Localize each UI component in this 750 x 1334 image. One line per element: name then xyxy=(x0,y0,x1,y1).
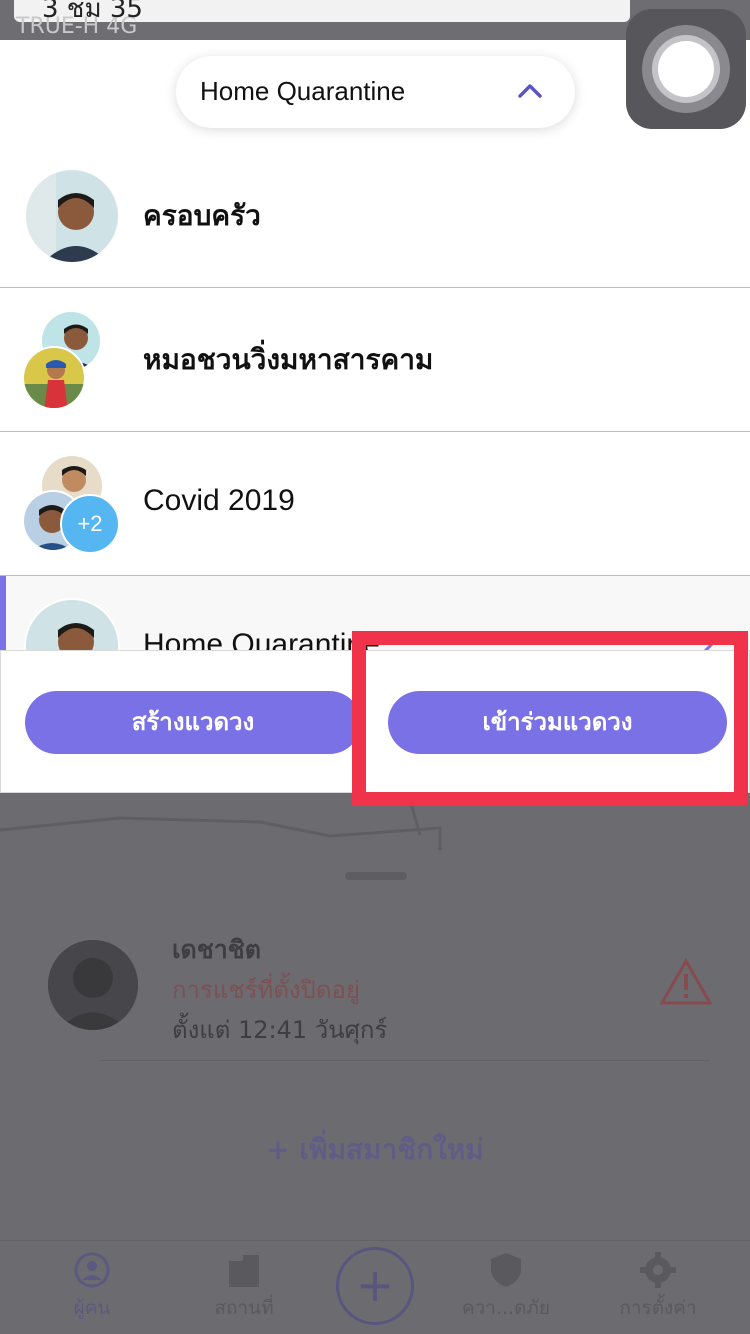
create-circle-button[interactable]: สร้างแวดวง xyxy=(25,691,361,754)
circle-switcher[interactable]: Home Quarantine xyxy=(176,56,575,128)
avatar xyxy=(24,168,120,264)
tab-settings: การตั้งค่า xyxy=(588,1251,728,1323)
highlight-annotation xyxy=(352,631,748,806)
avatar xyxy=(24,598,120,650)
tab-places: สถานที่ xyxy=(174,1251,314,1323)
avatar xyxy=(22,346,86,410)
member-avatar xyxy=(48,940,138,1030)
member-count-badge: +2 xyxy=(60,494,120,554)
add-member-link: + เพิ่มสมาชิกใหม่ xyxy=(266,1133,484,1166)
plus-icon: + xyxy=(336,1247,414,1325)
time-label: 3 ชม 35 xyxy=(42,0,143,24)
circle-item-family[interactable]: ครอบครัว xyxy=(0,144,750,288)
tab-safety: ควา...ดภัย xyxy=(436,1251,576,1323)
tab-people: ผู้คน xyxy=(22,1251,162,1323)
member-name: เดชาชิต xyxy=(172,935,261,964)
person-icon xyxy=(74,1252,110,1288)
circle-item-covid[interactable]: +2 Covid 2019 xyxy=(0,432,750,576)
building-icon xyxy=(229,1255,259,1287)
tab-bar: ผู้คน สถานที่ + ควา...ดภัย การตั้งค่า xyxy=(0,1240,750,1334)
chevron-up-icon xyxy=(518,84,542,98)
shield-icon xyxy=(491,1253,521,1287)
background-screen: เดชาชิต การแชร์ที่ตั้งปิดอยู่ ตั้งแต่ 12… xyxy=(0,790,750,1334)
circle-item-running-club[interactable]: หมอชวนวิ่งมหาสารคาม xyxy=(0,288,750,432)
assistive-touch-button[interactable] xyxy=(626,9,746,129)
gear-icon xyxy=(640,1252,676,1288)
circle-switcher-label: Home Quarantine xyxy=(200,76,406,106)
circle-name: หมอชวนวิ่งมหาสารคาม xyxy=(143,343,434,376)
sheet-handle xyxy=(345,872,407,880)
member-row: เดชาชิต การแชร์ที่ตั้งปิดอยู่ ตั้งแต่ 12… xyxy=(0,910,750,1060)
warning-icon xyxy=(660,958,712,1005)
divider xyxy=(100,1060,710,1061)
member-since: ตั้งแต่ 12:41 วันศุกร์ xyxy=(172,1016,388,1044)
circle-name: ครอบครัว xyxy=(143,199,261,232)
member-status: การแชร์ที่ตั้งปิดอยู่ xyxy=(172,976,360,1004)
circle-list: ครอบครัว หมอชวนวิ่งมหาสารคาม +2 Covid 20… xyxy=(0,144,750,650)
circle-name: Covid 2019 xyxy=(143,484,295,517)
circle-name: Home Quarantine xyxy=(143,628,380,650)
